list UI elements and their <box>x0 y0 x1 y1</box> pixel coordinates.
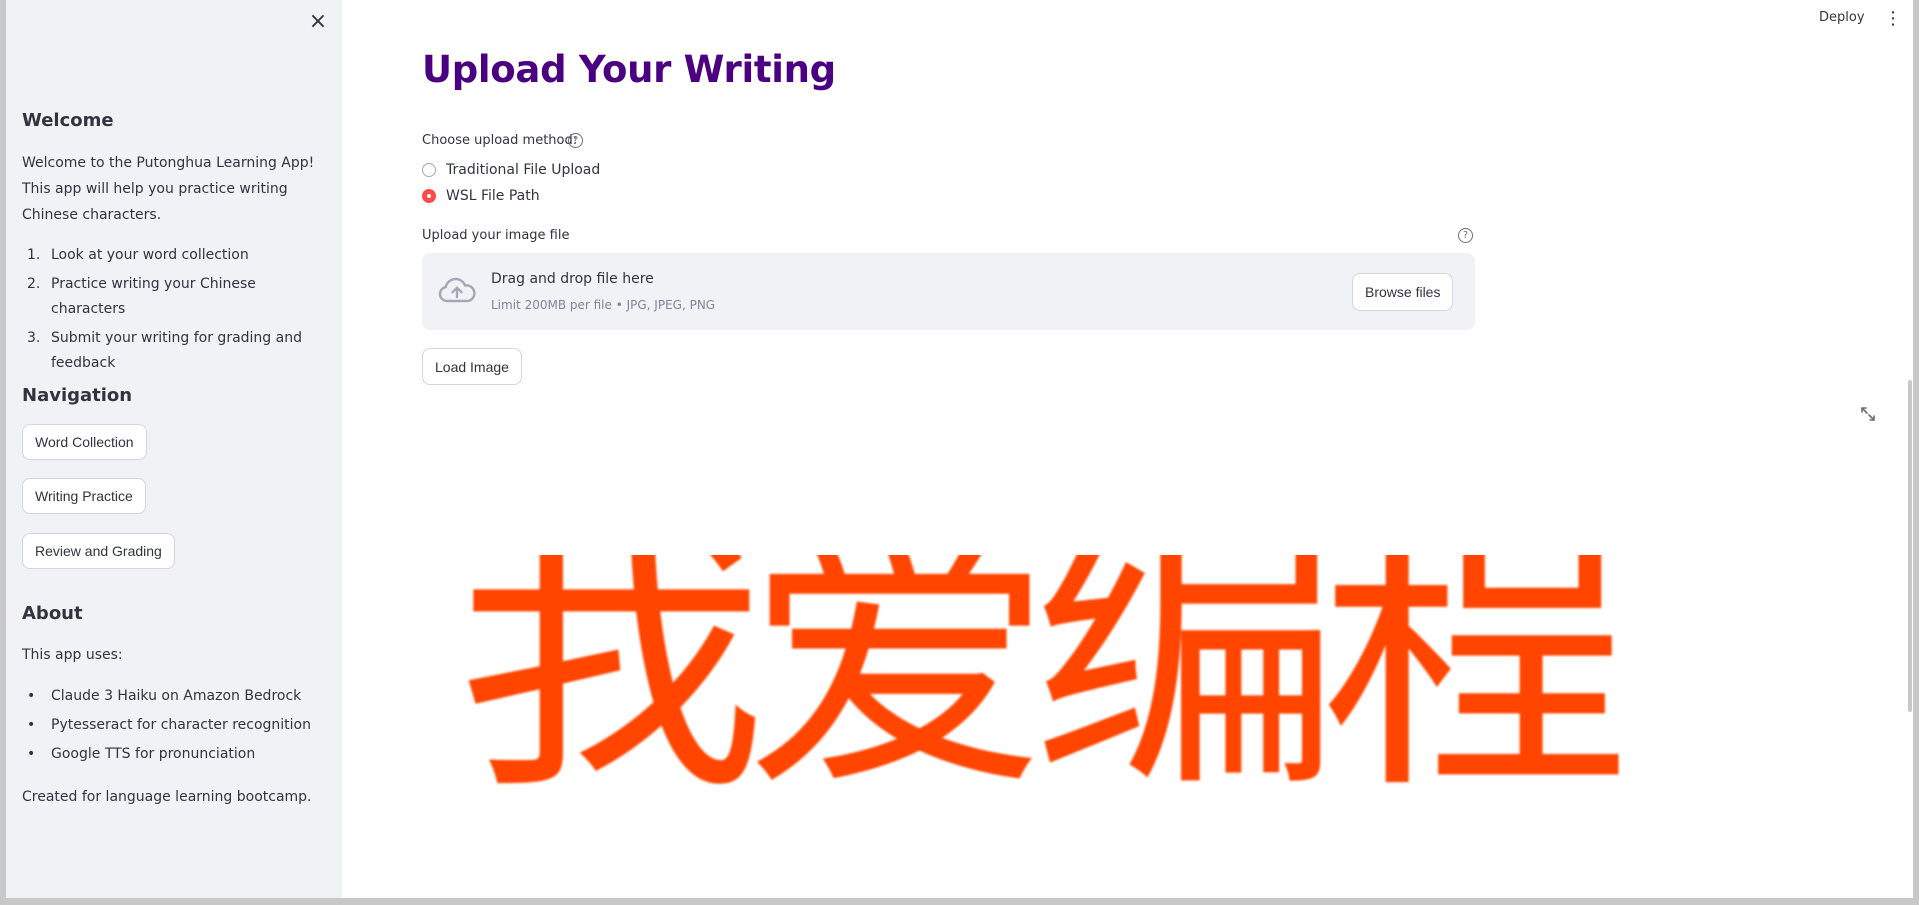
radio-label: Traditional File Upload <box>446 162 601 178</box>
page-title: Upload Your Writing <box>422 48 836 91</box>
list-item: • Claude 3 Haiku on Amazon Bedrock <box>22 684 322 709</box>
radio-wsl-file-path[interactable]: WSL File Path <box>422 186 540 206</box>
list-item-text: Practice writing your Chinese characters <box>51 276 256 317</box>
upload-method-help-icon[interactable]: ? <box>568 133 583 148</box>
file-dropzone[interactable]: Drag and drop file here Limit 200MB per … <box>422 253 1475 330</box>
welcome-steps-list: 1. Look at your word collection 2. Pract… <box>22 243 322 380</box>
review-and-grading-button[interactable]: Review and Grading <box>22 533 175 569</box>
bullet-icon: • <box>27 746 36 762</box>
list-item: 2. Practice writing your Chinese charact… <box>22 272 322 322</box>
cloud-upload-icon <box>438 277 476 303</box>
list-item-text: Google TTS for pronunciation <box>51 746 256 762</box>
list-number: 2. <box>27 276 41 292</box>
list-item-text: Claude 3 Haiku on Amazon Bedrock <box>51 688 302 704</box>
navigation-heading: Navigation <box>22 385 133 406</box>
word-collection-button[interactable]: Word Collection <box>22 424 147 460</box>
writing-image-text: 我爱编程 <box>466 555 1630 832</box>
list-number: 3. <box>27 330 41 346</box>
list-item: 3. Submit your writing for grading and f… <box>22 326 322 376</box>
uploader-label: Upload your image file <box>422 228 570 243</box>
uploader-help-icon[interactable]: ? <box>1458 228 1473 243</box>
welcome-intro-line: Chinese characters. <box>22 207 162 223</box>
about-footer: Created for language learning bootcamp. <box>22 789 312 805</box>
list-item-text: feedback <box>51 355 116 371</box>
dropzone-title: Drag and drop file here <box>491 271 654 287</box>
bullet-icon: • <box>27 688 36 704</box>
about-list: • Claude 3 Haiku on Amazon Bedrock • Pytes… <box>22 684 322 771</box>
fullscreen-expand-icon[interactable] <box>1860 406 1876 422</box>
dropzone-limit-text: Limit 200MB per file • JPG, JPEG, PNG <box>491 298 716 312</box>
bullet-icon: • <box>27 717 36 733</box>
main-menu-icon[interactable]: ⋮ <box>1884 7 1902 31</box>
about-intro: This app uses: <box>22 647 123 663</box>
radio-unchecked-icon[interactable] <box>422 163 436 177</box>
writing-practice-button[interactable]: Writing Practice <box>22 478 146 514</box>
list-item-text: Pytesseract for character recognition <box>51 717 311 733</box>
list-item: • Pytesseract for character recognition <box>22 713 322 738</box>
welcome-intro-line: This app will help you practice writing <box>22 181 288 197</box>
about-heading: About <box>22 603 83 624</box>
list-item-text: Look at your word collection <box>51 247 249 263</box>
uploaded-writing-image: 我爱编程 <box>466 555 1738 898</box>
app-frame: × Welcome Welcome to the Putonghua Learn… <box>6 0 1913 898</box>
welcome-intro: Welcome to the Putonghua Learning App! T… <box>22 150 322 228</box>
deploy-button[interactable]: Deploy <box>1819 10 1865 25</box>
radio-label: WSL File Path <box>446 188 540 204</box>
browse-files-button[interactable]: Browse files <box>1352 273 1454 311</box>
upload-method-label: Choose upload method: <box>422 133 578 148</box>
load-image-button[interactable]: Load Image <box>422 348 522 385</box>
list-item-text: Submit your writing for grading and <box>51 330 302 346</box>
list-item: • Google TTS for pronunciation <box>22 742 322 767</box>
sidebar: × Welcome Welcome to the Putonghua Learn… <box>6 0 342 898</box>
sidebar-close-icon[interactable]: × <box>306 10 330 34</box>
list-number: 1. <box>27 247 41 263</box>
welcome-heading: Welcome <box>22 110 114 131</box>
list-item: 1. Look at your word collection <box>22 243 322 268</box>
main-scrollbar[interactable] <box>1908 380 1912 712</box>
radio-traditional-file-upload[interactable]: Traditional File Upload <box>422 160 600 180</box>
radio-checked-icon[interactable] <box>422 189 436 203</box>
welcome-intro-line: Welcome to the Putonghua Learning App! <box>22 155 315 171</box>
